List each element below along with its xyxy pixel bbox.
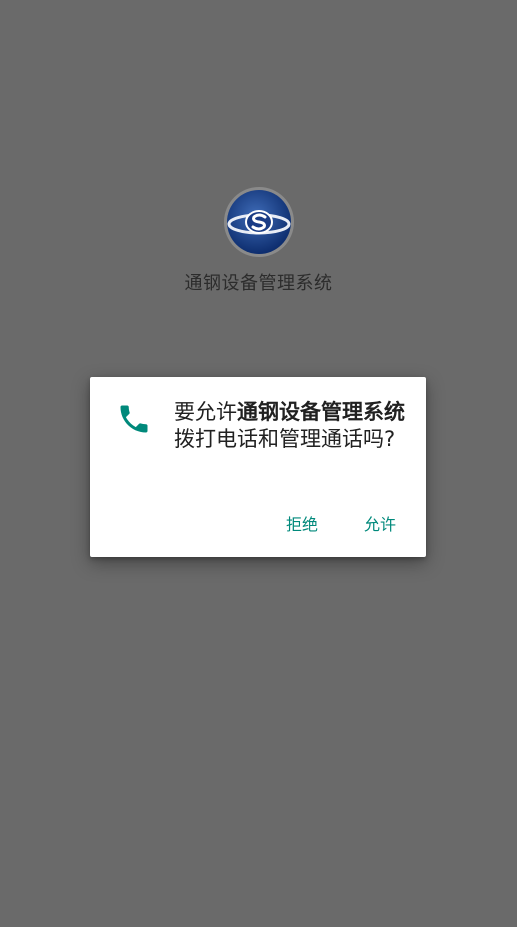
deny-button[interactable]: 拒绝 xyxy=(278,507,326,539)
app-logo-icon xyxy=(224,187,294,257)
app-name: 通钢设备管理系统 xyxy=(184,273,333,294)
dialog-message: 要允许通钢设备管理系统拨打电话和管理通话吗? xyxy=(174,399,414,453)
permission-dialog: 要允许通钢设备管理系统拨打电话和管理通话吗? 拒绝 允许 xyxy=(90,377,426,557)
dialog-actions: 拒绝 允许 xyxy=(278,507,404,539)
message-prefix: 要允许 xyxy=(174,400,237,424)
phone-icon xyxy=(120,405,148,433)
allow-button[interactable]: 允许 xyxy=(356,507,404,539)
message-app-name: 通钢设备管理系统 xyxy=(237,400,405,424)
message-suffix: 拨打电话和管理通话吗? xyxy=(174,427,396,451)
